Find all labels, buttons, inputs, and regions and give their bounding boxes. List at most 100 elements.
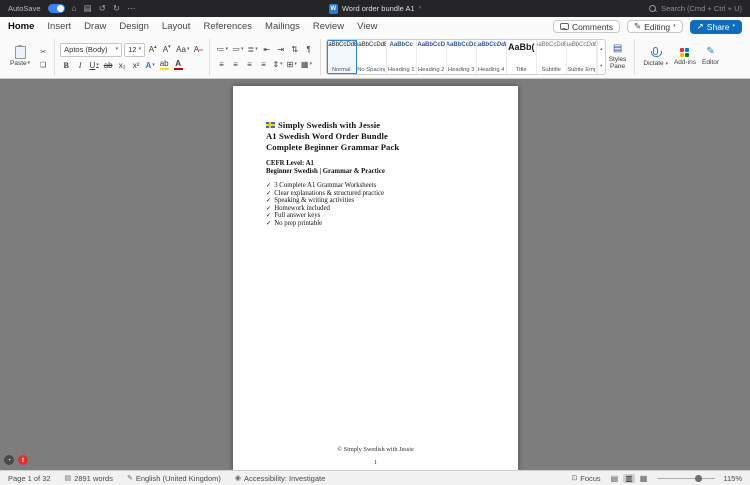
align-right-button[interactable]: ≡: [243, 58, 255, 71]
style-title[interactable]: AaBb( Title: [507, 40, 537, 74]
more-commands-icon[interactable]: ⋯: [127, 4, 136, 13]
focus-mode-button[interactable]: ⊡ Focus: [571, 474, 600, 483]
comments-button[interactable]: Comments: [552, 20, 621, 33]
style-subtle-emphasis[interactable]: AaBbCcDdE Subtle Emph...: [567, 40, 597, 74]
shading-button[interactable]: ▦ ▾: [300, 58, 313, 71]
page-number: 1: [373, 459, 378, 466]
editor-button[interactable]: ✎ Editor: [699, 46, 722, 67]
search-hint[interactable]: Search (Cmd + Ctrl + U): [661, 4, 742, 13]
microphone-icon: [651, 46, 663, 57]
grow-font-button[interactable]: A ▲: [147, 43, 159, 56]
sync-status-icon[interactable]: ◔: [4, 455, 14, 465]
increase-indent-button[interactable]: ⇥: [275, 43, 287, 56]
text-effects-button[interactable]: A ▾: [144, 59, 156, 72]
doc-level-line-1: CEFR Level: A1: [266, 160, 314, 167]
tab-view[interactable]: View: [357, 21, 377, 32]
doc-level-line-2: Beginner Swedish | Grammar & Practice: [266, 167, 385, 175]
styles-pane-button[interactable]: ▤ Styles Pane: [606, 43, 630, 72]
font-size-select[interactable]: 12 ▾: [124, 42, 146, 57]
gallery-down-icon[interactable]: ▾: [600, 63, 602, 69]
tab-references[interactable]: References: [203, 21, 252, 32]
underline-button[interactable]: U ▾: [88, 59, 100, 72]
italic-button[interactable]: I: [74, 59, 86, 72]
font-name-select[interactable]: Aptos (Body) ▾: [60, 42, 123, 57]
styles-gallery-scroll[interactable]: ▴ ▾: [596, 40, 605, 74]
error-badge-icon[interactable]: !: [18, 455, 28, 465]
multilevel-list-button[interactable]: ≣ ▾: [246, 43, 258, 56]
checkmark-icon: ✓: [266, 219, 272, 227]
save-icon[interactable]: ▤: [84, 4, 92, 13]
editor-icon: ✎: [706, 46, 715, 58]
autosave-toggle[interactable]: [47, 4, 65, 13]
paste-button[interactable]: Paste ▾: [6, 44, 34, 68]
superscript-button[interactable]: x²: [130, 59, 142, 72]
zoom-knob[interactable]: [695, 475, 702, 482]
divider: [54, 39, 56, 75]
redo-icon[interactable]: ↻: [113, 4, 120, 13]
tab-home[interactable]: Home: [8, 21, 34, 32]
align-center-button[interactable]: ≡: [229, 58, 241, 71]
cut-icon[interactable]: ✂: [37, 47, 49, 57]
tab-design[interactable]: Design: [119, 21, 149, 32]
document-page[interactable]: Simply Swedish with Jessie A1 Swedish Wo…: [233, 86, 518, 470]
document-title-area[interactable]: W Word order bundle A1 ▾: [328, 3, 421, 14]
tab-draw[interactable]: Draw: [84, 21, 106, 32]
undo-icon[interactable]: ↺: [99, 4, 106, 13]
tab-mailings[interactable]: Mailings: [265, 21, 300, 32]
align-left-button[interactable]: ≡: [215, 58, 227, 71]
subscript-button[interactable]: x₂: [116, 59, 128, 72]
word-count[interactable]: ▤ 2891 words: [65, 474, 113, 483]
dictate-button[interactable]: Dictate ▾: [640, 46, 671, 68]
search-icon[interactable]: [649, 4, 657, 13]
line-spacing-button[interactable]: ⇕ ▾: [271, 58, 283, 71]
style-normal[interactable]: AaBbCcDdE Normal: [326, 40, 357, 74]
tab-layout[interactable]: Layout: [162, 21, 191, 32]
pencil-icon: ✎: [634, 21, 642, 31]
clear-formatting-button[interactable]: A: [192, 43, 204, 56]
read-mode-icon[interactable]: ▤: [609, 474, 621, 483]
checkmark-icon: ✓: [266, 197, 272, 204]
zoom-level[interactable]: 115%: [723, 474, 742, 483]
ribbon-tabs: Home Insert Draw Design Layout Reference…: [0, 17, 750, 34]
editing-mode-button[interactable]: ✎ Editing ▾: [627, 20, 683, 33]
bullets-button[interactable]: ≔ ▾: [215, 43, 229, 56]
justify-button[interactable]: ≡: [257, 58, 269, 71]
language-indicator[interactable]: ✎ English (United Kingdom): [127, 474, 221, 483]
print-layout-icon[interactable]: ▥: [623, 473, 635, 483]
tab-insert[interactable]: Insert: [47, 21, 71, 32]
tab-review[interactable]: Review: [313, 21, 344, 32]
share-button[interactable]: ↗ Share ▾: [689, 19, 742, 34]
accessibility-icon: ◉: [234, 474, 241, 482]
borders-button[interactable]: ⊞ ▾: [286, 58, 298, 71]
doc-heading-line-3: Complete Beginner Grammar Pack: [266, 142, 400, 152]
style-heading-4[interactable]: AaBbCcDdE Heading 4: [477, 40, 507, 74]
style-no-spacing[interactable]: AaBbCcDdE No Spacing: [357, 40, 387, 74]
document-canvas[interactable]: Simply Swedish with Jessie A1 Swedish Wo…: [0, 80, 750, 470]
chevron-down-icon: ▾: [115, 46, 119, 52]
web-layout-icon[interactable]: ▦: [638, 474, 650, 483]
copy-icon[interactable]: ❏: [37, 60, 49, 70]
highlight-color-button[interactable]: ab: [158, 59, 170, 72]
zoom-slider[interactable]: [657, 474, 716, 482]
change-case-button[interactable]: Aa ▾: [175, 43, 190, 56]
numbering-button[interactable]: ≕ ▾: [231, 43, 245, 56]
document-title[interactable]: Word order bundle A1: [342, 4, 415, 13]
page-indicator[interactable]: Page 1 of 32: [8, 474, 51, 483]
show-paragraph-marks-button[interactable]: ¶: [303, 43, 315, 56]
gallery-up-icon[interactable]: ▴: [600, 46, 602, 52]
styles-pane-icon: ▤: [612, 42, 623, 54]
style-heading-1[interactable]: AaBbCc Heading 1: [387, 40, 417, 74]
bold-button[interactable]: B: [60, 59, 72, 72]
decrease-indent-button[interactable]: ⇤: [261, 43, 273, 56]
accessibility-checker[interactable]: ◉ Accessibility: Investigate: [235, 474, 325, 483]
style-heading-2[interactable]: AaBbCcD Heading 2: [417, 40, 447, 74]
addins-button[interactable]: Add-ins: [671, 47, 699, 67]
sweden-flag-icon: [266, 122, 275, 128]
style-subtitle[interactable]: AaBbCcDdE Subtitle: [537, 40, 567, 74]
style-heading-3[interactable]: AaBbCcDc Heading 3: [447, 40, 477, 74]
sort-button[interactable]: ⇅: [289, 43, 301, 56]
shrink-font-button[interactable]: A ▼: [161, 43, 173, 56]
home-icon[interactable]: ⌂: [72, 4, 77, 13]
font-color-button[interactable]: A: [172, 59, 184, 72]
strikethrough-button[interactable]: ab: [102, 59, 114, 72]
